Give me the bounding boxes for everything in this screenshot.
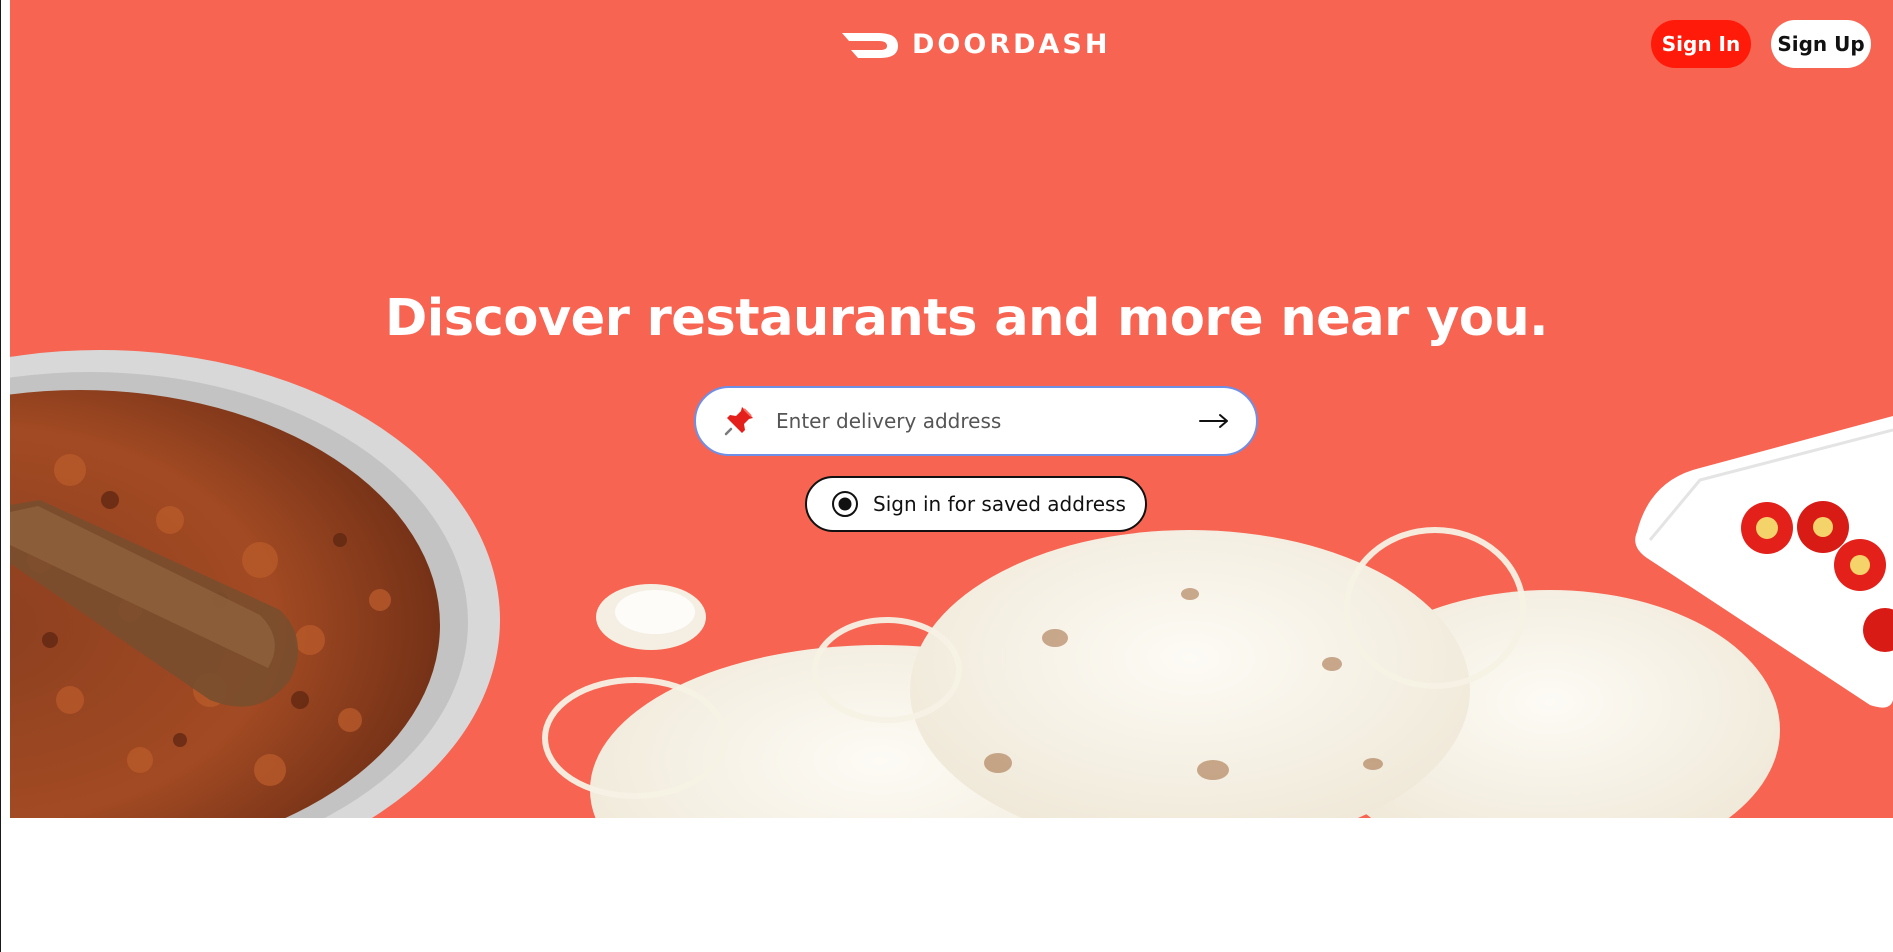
arrow-right-icon (1199, 414, 1228, 428)
doordash-logo-icon (842, 33, 898, 58)
hero-section: DOORDASH Sign In Sign Up Discover restau… (10, 0, 1893, 818)
tortillas-image (590, 530, 1780, 818)
browser-viewport: DOORDASH Sign In Sign Up Discover restau… (0, 0, 1893, 952)
radio-icon (832, 491, 858, 517)
hero-headline: Discover restaurants and more near you. (384, 289, 1549, 348)
address-search-box[interactable] (694, 386, 1258, 456)
brand-logo[interactable]: DOORDASH (840, 28, 1110, 60)
sign-up-button[interactable]: Sign Up (1771, 20, 1871, 68)
pushpin-icon (724, 407, 753, 436)
address-input[interactable] (774, 408, 1194, 434)
saved-address-button[interactable]: Sign in for saved address (805, 476, 1147, 532)
sign-in-button[interactable]: Sign In (1651, 20, 1751, 68)
skillet-image (10, 350, 500, 818)
saved-address-label: Sign in for saved address (873, 492, 1126, 516)
address-submit-button[interactable] (1194, 401, 1234, 441)
window-edge (0, 0, 10, 952)
onion-bulb-image (596, 584, 706, 650)
brand-wordmark: DOORDASH (912, 28, 1111, 60)
